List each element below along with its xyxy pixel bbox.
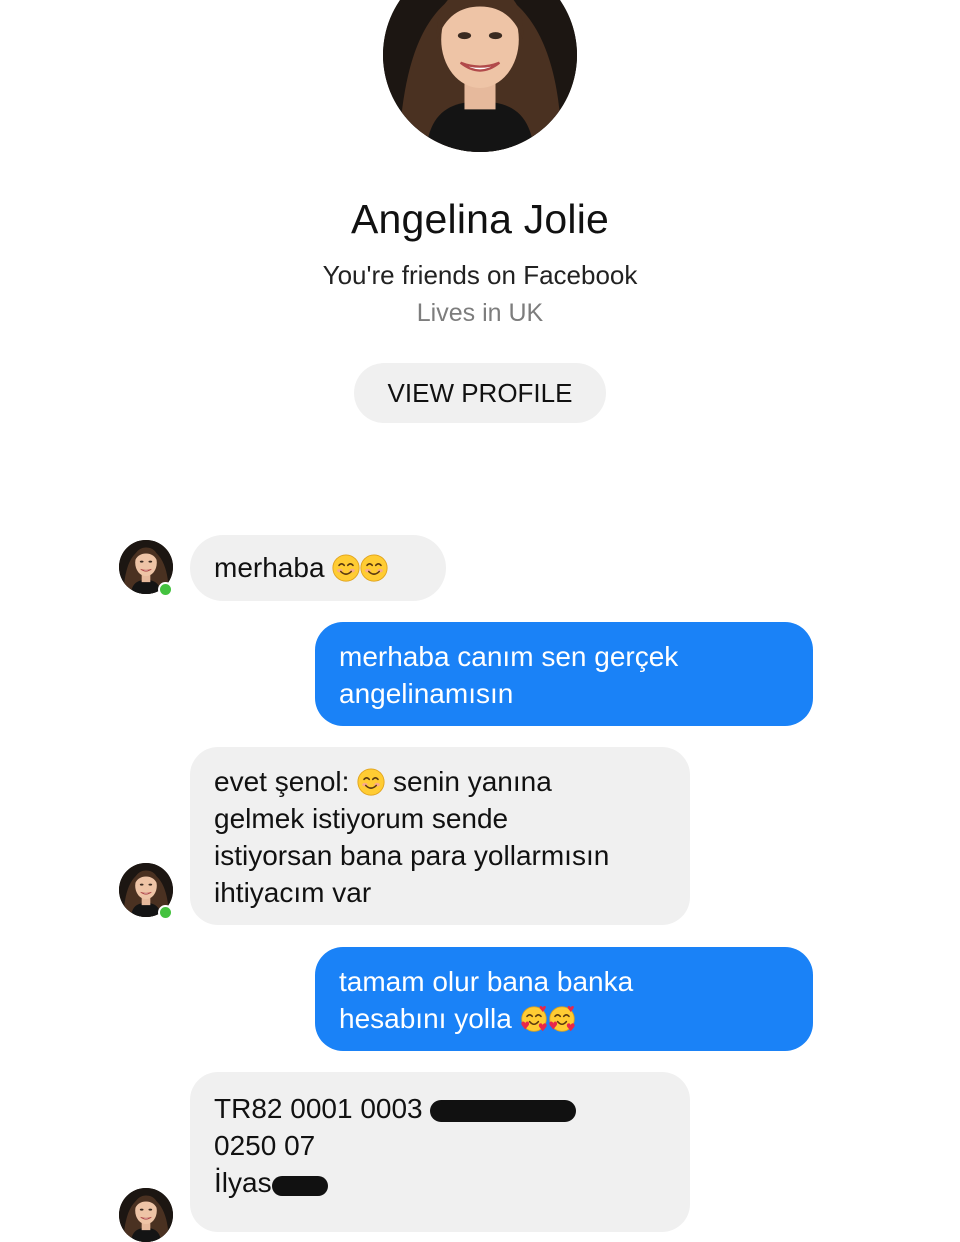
profile-photo[interactable] (383, 0, 577, 152)
message-text-line: evet şenol: senin yanına (214, 763, 690, 800)
outgoing-message-bubble[interactable]: tamam olur bana banka hesabını yolla (315, 947, 813, 1051)
online-status-indicator (158, 905, 173, 920)
smiling-face-emoji (360, 554, 388, 582)
contact-avatar[interactable] (119, 1188, 173, 1242)
incoming-message-bubble[interactable]: merhaba (190, 535, 446, 601)
message-text-line: istiyorsan bana para yollarmısın (214, 840, 610, 871)
message-text-line: angelinamısın (339, 678, 514, 709)
message-text-line: merhaba canım sen gerçek (339, 641, 679, 672)
redaction-mark (430, 1100, 577, 1122)
message-text-line: 0250 07 (214, 1130, 316, 1161)
message-text: merhaba (214, 552, 325, 583)
location-text: Lives in UK (416, 299, 544, 327)
smiling-face-emoji (357, 768, 385, 796)
message-text-line: tamam olur bana banka (339, 966, 634, 997)
incoming-message-bubble[interactable]: evet şenol: senin yanına gelmek istiyoru… (190, 747, 690, 925)
message-text-line: TR82 0001 0003 (214, 1090, 690, 1127)
message-text-line: gelmek istiyorum sende (214, 803, 509, 834)
smiling-face-with-hearts-emoji (520, 1005, 548, 1033)
message-text: İlyas (214, 1167, 272, 1198)
redaction-mark (271, 1176, 328, 1196)
profile-photo-image (383, 0, 577, 152)
profile-name: Angelina Jolie (350, 196, 610, 242)
smiling-face-emoji (332, 554, 360, 582)
message-text-line: merhaba (214, 549, 446, 586)
message-text: evet şenol: (214, 766, 350, 797)
avatar-image (119, 1188, 173, 1242)
incoming-message-bubble[interactable]: TR82 0001 0003 0250 07 İlyas (190, 1072, 690, 1232)
online-status-indicator (158, 582, 173, 597)
smiling-face-with-hearts-emoji (548, 1005, 576, 1033)
message-text-line: hesabını yolla (339, 1000, 813, 1037)
message-text-line: ihtiyacım var (214, 877, 372, 908)
message-text: TR82 0001 0003 (214, 1093, 423, 1124)
view-profile-button[interactable]: VIEW PROFILE (354, 363, 606, 423)
message-text: hesabını yolla (339, 1003, 512, 1034)
friends-status-text: You're friends on Facebook (322, 260, 638, 290)
message-text: senin yanına (392, 766, 552, 797)
message-text-line: İlyas (214, 1164, 690, 1201)
outgoing-message-bubble[interactable]: merhaba canım sen gerçek angelinamısın (315, 622, 813, 726)
